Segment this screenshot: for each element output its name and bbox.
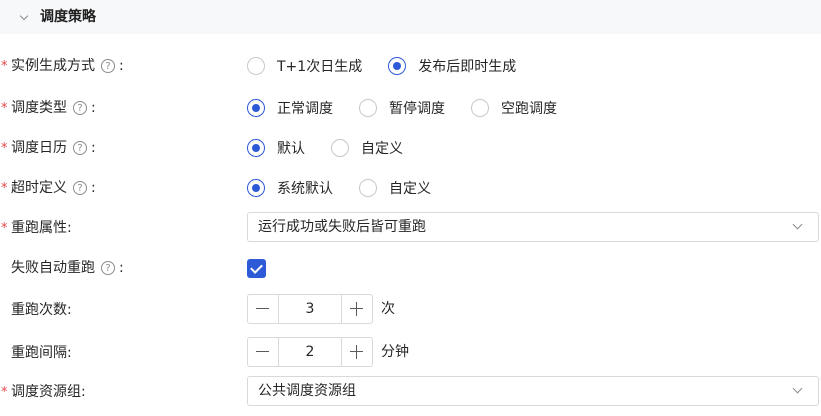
help-icon[interactable]: ?	[73, 101, 87, 115]
help-icon[interactable]: ?	[101, 261, 115, 275]
radio-t1-next-day[interactable]: T+1次日生成	[247, 56, 362, 76]
schedule-type-radio-group: 正常调度 暂停调度 空跑调度	[247, 92, 583, 124]
required-mark: *	[1, 221, 8, 236]
chevron-down-icon[interactable]	[19, 11, 29, 21]
help-icon[interactable]: ?	[101, 59, 115, 73]
auto-rerun-label: 失败自动重跑 ? :	[11, 260, 124, 276]
calendar-radio-group: 默认 自定义	[247, 132, 429, 164]
row-auto-rerun: 失败自动重跑 ? :	[0, 252, 821, 284]
rerun-count-label: 重跑次数 :	[11, 302, 72, 318]
minus-icon	[256, 308, 269, 310]
resource-group-select[interactable]: 公共调度资源组	[247, 376, 819, 406]
radio-circle[interactable]	[247, 57, 265, 75]
radio-pause-schedule[interactable]: 暂停调度	[359, 98, 445, 118]
help-icon[interactable]: ?	[73, 181, 87, 195]
rerun-attr-label: 重跑属性 :	[11, 220, 72, 236]
rerun-interval-unit: 分钟	[381, 344, 409, 360]
resource-group-value: 公共调度资源组	[258, 383, 356, 399]
rerun-count-stepper: 3	[247, 294, 373, 324]
instance-mode-label: 实例生成方式 ? :	[11, 58, 124, 74]
resource-group-label: 调度资源组 :	[11, 384, 86, 400]
radio-timeout-custom[interactable]: 自定义	[359, 178, 431, 198]
schedule-type-label: 调度类型 ? :	[11, 100, 96, 116]
rerun-count-input[interactable]: 3	[279, 295, 341, 323]
radio-circle[interactable]	[471, 99, 489, 117]
radio-circle-selected[interactable]	[388, 57, 407, 75]
minus-icon	[256, 351, 269, 353]
rerun-interval-stepper: 2	[247, 337, 373, 367]
chevron-down-icon[interactable]	[792, 219, 803, 230]
rerun-interval-label: 重跑间隔 :	[11, 345, 72, 361]
chevron-down-icon[interactable]	[792, 383, 803, 394]
row-rerun-count: 重跑次数 : 3 次	[0, 294, 821, 326]
rerun-attr-value: 运行成功或失败后皆可重跑	[258, 219, 426, 235]
radio-timeout-system-default[interactable]: 系统默认	[247, 178, 333, 198]
instance-mode-radio-group: T+1次日生成 发布后即时生成	[247, 50, 542, 82]
decrement-button[interactable]	[248, 295, 279, 323]
radio-normal-schedule[interactable]: 正常调度	[247, 98, 333, 118]
decrement-button[interactable]	[248, 338, 279, 366]
radio-circle[interactable]	[331, 139, 349, 157]
timeout-radio-group: 系统默认 自定义	[247, 172, 457, 204]
radio-circle-selected[interactable]	[247, 99, 265, 117]
row-timeout: * 超时定义 ? : 系统默认 自定义	[0, 172, 821, 204]
calendar-label: 调度日历 ? :	[11, 140, 96, 156]
row-calendar: * 调度日历 ? : 默认 自定义	[0, 132, 821, 164]
required-mark: *	[1, 101, 8, 116]
radio-circle-selected[interactable]	[247, 179, 265, 197]
increment-button[interactable]	[341, 338, 372, 366]
row-resource-group: * 调度资源组 : 公共调度资源组	[0, 376, 821, 408]
radio-dry-run-schedule[interactable]: 空跑调度	[471, 98, 557, 118]
section-header[interactable]: 调度策略	[0, 0, 821, 34]
section-title: 调度策略	[40, 9, 96, 25]
required-mark: *	[1, 141, 8, 156]
radio-circle[interactable]	[359, 99, 377, 117]
required-mark: *	[1, 59, 8, 74]
radio-immediate[interactable]: 发布后即时生成	[388, 56, 516, 76]
increment-button[interactable]	[341, 295, 372, 323]
rerun-count-unit: 次	[381, 301, 395, 317]
rerun-attr-select[interactable]: 运行成功或失败后皆可重跑	[247, 212, 819, 242]
required-mark: *	[1, 385, 8, 400]
required-mark: *	[1, 181, 8, 196]
radio-circle-selected[interactable]	[247, 139, 265, 157]
row-schedule-type: * 调度类型 ? : 正常调度 暂停调度 空跑调度	[0, 92, 821, 124]
rerun-interval-input[interactable]: 2	[279, 338, 341, 366]
timeout-label: 超时定义 ? :	[11, 180, 96, 196]
radio-calendar-custom[interactable]: 自定义	[331, 138, 403, 158]
radio-circle[interactable]	[359, 179, 377, 197]
auto-rerun-checkbox[interactable]	[247, 259, 266, 278]
row-rerun-interval: 重跑间隔 : 2 分钟	[0, 337, 821, 369]
row-rerun-attr: * 重跑属性 : 运行成功或失败后皆可重跑	[0, 212, 821, 244]
row-instance-mode: * 实例生成方式 ? : T+1次日生成 发布后即时生成	[0, 50, 821, 82]
radio-calendar-default[interactable]: 默认	[247, 138, 305, 158]
help-icon[interactable]: ?	[73, 141, 87, 155]
